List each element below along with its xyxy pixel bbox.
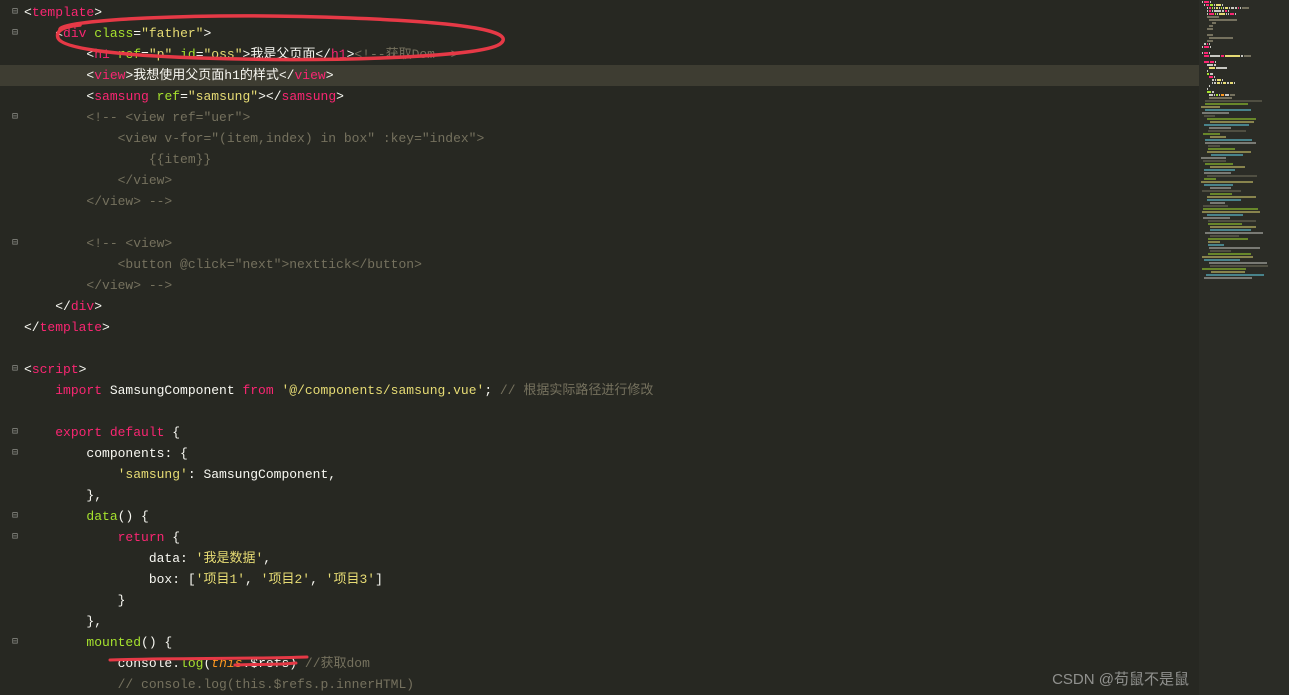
code-line[interactable]: </view> -->: [24, 275, 1199, 296]
gutter-line[interactable]: [0, 296, 24, 317]
code-line[interactable]: <div class="father">: [24, 23, 1199, 44]
gutter-line[interactable]: [0, 191, 24, 212]
code-line[interactable]: </view>: [24, 170, 1199, 191]
line-gutter[interactable]: ⊟⊟⊟⊟⊟⊟⊟⊟⊟⊟: [0, 0, 24, 695]
code-line[interactable]: // console.log(this.$refs.p.innerHTML): [24, 674, 1199, 695]
code-line[interactable]: <template>: [24, 2, 1199, 23]
gutter-line[interactable]: ⊟: [0, 359, 24, 380]
gutter-line[interactable]: [0, 380, 24, 401]
gutter-line[interactable]: [0, 86, 24, 107]
gutter-line[interactable]: [0, 170, 24, 191]
gutter-line[interactable]: ⊟: [0, 2, 24, 23]
code-line[interactable]: <script>: [24, 359, 1199, 380]
gutter-line[interactable]: [0, 401, 24, 422]
gutter-line[interactable]: [0, 254, 24, 275]
code-line[interactable]: {{item}}: [24, 149, 1199, 170]
gutter-line[interactable]: [0, 65, 24, 86]
gutter-line[interactable]: [0, 569, 24, 590]
minimap[interactable]: [1199, 0, 1289, 695]
code-line[interactable]: <view>我想使用父页面h1的样式</view>: [24, 65, 1199, 86]
code-line[interactable]: </view> -->: [24, 191, 1199, 212]
gutter-line[interactable]: [0, 44, 24, 65]
code-line[interactable]: import SamsungComponent from '@/componen…: [24, 380, 1199, 401]
gutter-line[interactable]: [0, 149, 24, 170]
watermark-text: CSDN @苟鼠不是鼠: [1052, 668, 1189, 689]
code-line[interactable]: <view v-for="(item,index) in box" :key="…: [24, 128, 1199, 149]
gutter-line[interactable]: ⊟: [0, 506, 24, 527]
code-line[interactable]: return {: [24, 527, 1199, 548]
gutter-line[interactable]: [0, 653, 24, 674]
gutter-line[interactable]: ⊟: [0, 422, 24, 443]
gutter-line[interactable]: [0, 212, 24, 233]
gutter-line[interactable]: ⊟: [0, 632, 24, 653]
code-line[interactable]: console.log(this.$refs) //获取dom: [24, 653, 1199, 674]
code-line[interactable]: [24, 401, 1199, 422]
gutter-line[interactable]: [0, 128, 24, 149]
code-line[interactable]: </div>: [24, 296, 1199, 317]
code-line[interactable]: }: [24, 590, 1199, 611]
code-line[interactable]: <h1 ref="p" id="oss">我是父页面</h1><!--获取Dom…: [24, 44, 1199, 65]
code-line[interactable]: export default {: [24, 422, 1199, 443]
code-line[interactable]: data: '我是数据',: [24, 548, 1199, 569]
gutter-line[interactable]: ⊟: [0, 233, 24, 254]
code-line[interactable]: <button @click="next">nexttick</button>: [24, 254, 1199, 275]
gutter-line[interactable]: ⊟: [0, 107, 24, 128]
gutter-line[interactable]: [0, 548, 24, 569]
gutter-line[interactable]: [0, 485, 24, 506]
code-line[interactable]: [24, 212, 1199, 233]
gutter-line[interactable]: ⊟: [0, 23, 24, 44]
code-line[interactable]: components: {: [24, 443, 1199, 464]
code-line[interactable]: mounted() {: [24, 632, 1199, 653]
gutter-line[interactable]: ⊟: [0, 443, 24, 464]
code-line[interactable]: <!-- <view>: [24, 233, 1199, 254]
gutter-line[interactable]: ⊟: [0, 527, 24, 548]
gutter-line[interactable]: [0, 338, 24, 359]
code-line[interactable]: 'samsung': SamsungComponent,: [24, 464, 1199, 485]
code-line[interactable]: },: [24, 485, 1199, 506]
code-line[interactable]: <!-- <view ref="uer">: [24, 107, 1199, 128]
code-area[interactable]: <template> <div class="father"> <h1 ref=…: [24, 0, 1199, 695]
code-line[interactable]: box: ['项目1', '项目2', '项目3']: [24, 569, 1199, 590]
gutter-line[interactable]: [0, 611, 24, 632]
code-line[interactable]: data() {: [24, 506, 1199, 527]
gutter-line[interactable]: [0, 275, 24, 296]
code-line[interactable]: </template>: [24, 317, 1199, 338]
editor-container: ⊟⊟⊟⊟⊟⊟⊟⊟⊟⊟ <template> <div class="father…: [0, 0, 1289, 695]
code-line[interactable]: },: [24, 611, 1199, 632]
gutter-line[interactable]: [0, 464, 24, 485]
code-line[interactable]: <samsung ref="samsung"></samsung>: [24, 86, 1199, 107]
code-line[interactable]: [24, 338, 1199, 359]
gutter-line[interactable]: [0, 590, 24, 611]
gutter-line[interactable]: [0, 674, 24, 695]
gutter-line[interactable]: [0, 317, 24, 338]
